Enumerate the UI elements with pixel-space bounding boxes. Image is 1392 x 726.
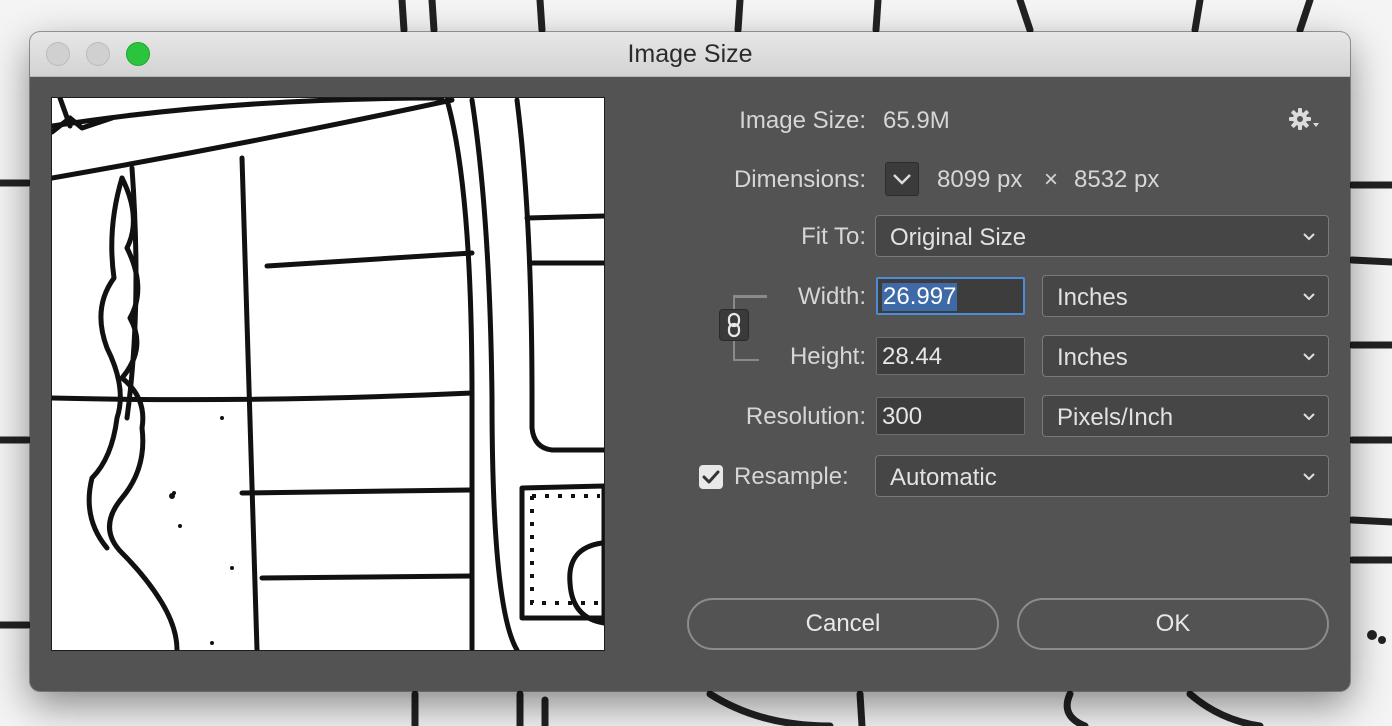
height-input[interactable]: 28.44 xyxy=(876,337,1025,375)
image-size-value: 65.9M xyxy=(883,107,950,134)
resolution-input[interactable]: 300 xyxy=(876,397,1025,435)
chain-link-icon xyxy=(727,312,741,338)
image-size-label: Image Size: xyxy=(739,107,866,134)
resolution-label: Resolution: xyxy=(745,403,866,430)
resample-value: Automatic xyxy=(890,464,997,491)
height-unit-value: Inches xyxy=(1057,344,1128,371)
height-unit-select[interactable]: Inches xyxy=(1042,335,1329,377)
chevron-down-icon xyxy=(1303,473,1315,481)
dimension-separator: × xyxy=(1044,166,1059,193)
resample-select[interactable]: Automatic xyxy=(875,455,1329,497)
resolution-unit-select[interactable]: Pixels/Inch xyxy=(1042,395,1329,437)
width-label: Width: xyxy=(797,283,866,310)
preview-drawing xyxy=(52,98,604,650)
title-bar: Image Size xyxy=(30,32,1350,77)
dialog-title: Image Size xyxy=(627,40,753,68)
chevron-down-icon xyxy=(1303,233,1315,241)
height-label: Height: xyxy=(789,343,866,370)
fit-to-value: Original Size xyxy=(890,224,1027,251)
resample-checkbox[interactable] xyxy=(699,465,723,489)
height-input-value: 28.44 xyxy=(882,343,943,370)
image-preview[interactable] xyxy=(51,97,605,651)
chevron-down-icon xyxy=(1303,293,1315,301)
gear-icon[interactable] xyxy=(1288,107,1322,135)
ok-button[interactable]: OK xyxy=(1017,598,1329,650)
dimensions-label: Dimensions: xyxy=(733,166,866,193)
dimension-width-value: 8099 px xyxy=(937,166,1023,193)
width-input-value: 26.997 xyxy=(882,283,958,311)
width-unit-select[interactable]: Inches xyxy=(1042,275,1329,317)
width-unit-value: Inches xyxy=(1057,284,1128,311)
chevron-down-icon xyxy=(1303,353,1315,361)
resolution-unit-value: Pixels/Inch xyxy=(1057,404,1174,431)
image-size-dialog: Image Size Image Size: 65.9M Dimensions:… xyxy=(30,32,1350,691)
width-input[interactable]: 26.997 xyxy=(876,277,1025,315)
chevron-down-icon xyxy=(1303,413,1315,421)
chevron-down-icon xyxy=(893,174,911,185)
fit-to-label: Fit To: xyxy=(801,223,866,250)
resample-label: Resample: xyxy=(734,463,849,490)
cancel-button[interactable]: Cancel xyxy=(687,598,999,650)
dimensions-unit-toggle[interactable] xyxy=(885,162,919,196)
checkmark-icon xyxy=(702,470,720,484)
resolution-input-value: 300 xyxy=(882,403,923,430)
fit-to-select[interactable]: Original Size xyxy=(875,215,1329,257)
constrain-proportions-button[interactable] xyxy=(719,309,749,341)
dimension-height-value: 8532 px xyxy=(1074,166,1160,193)
